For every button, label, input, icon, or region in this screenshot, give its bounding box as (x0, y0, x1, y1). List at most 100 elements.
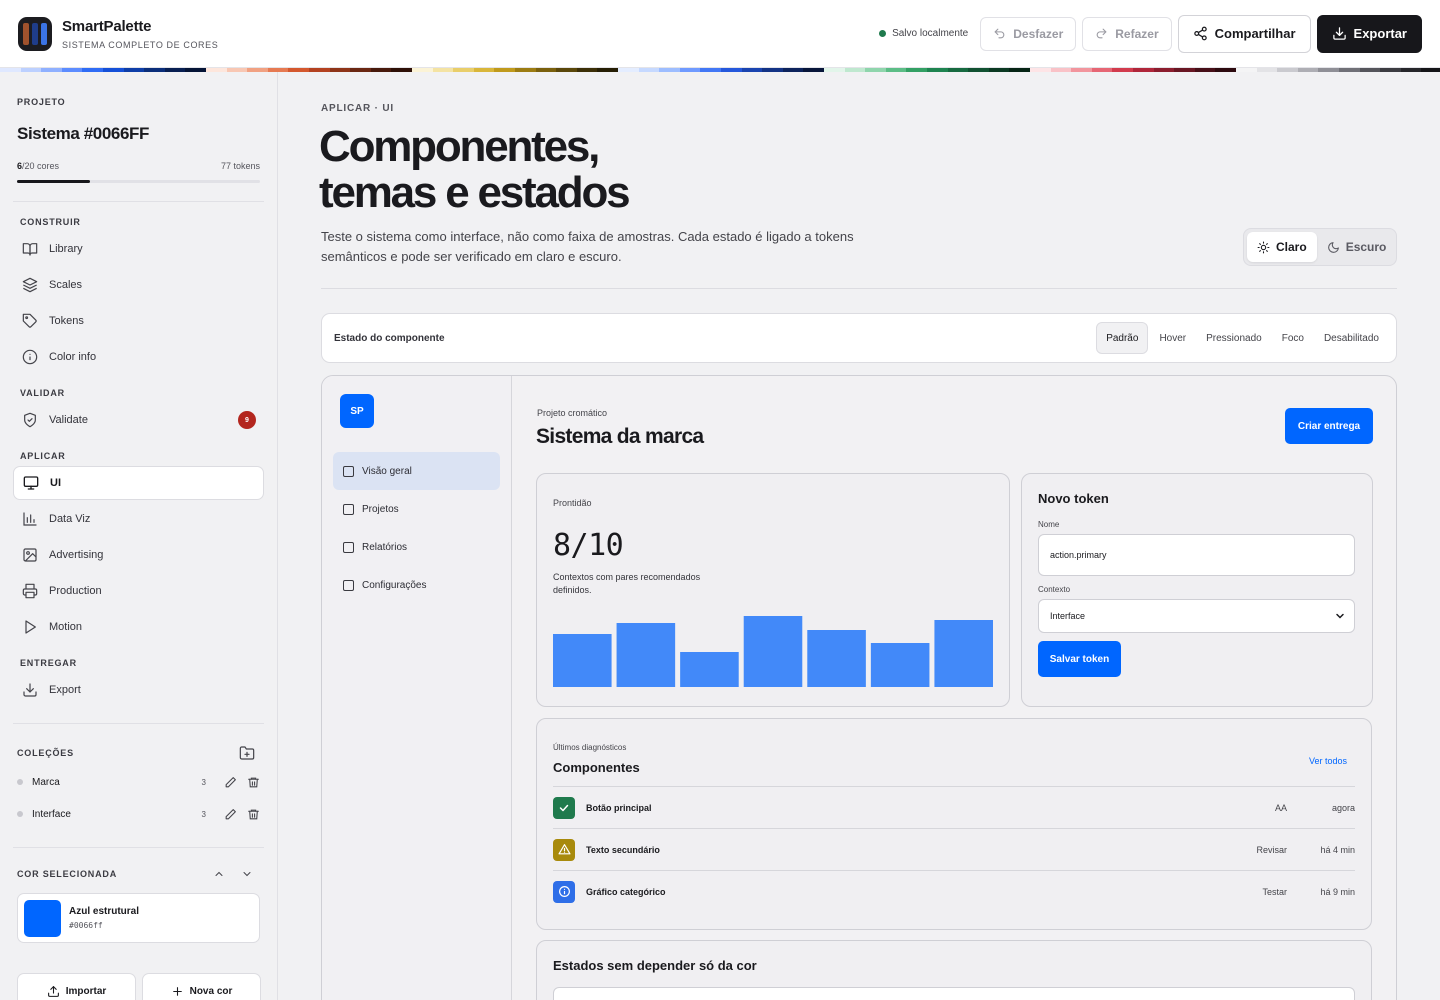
monitor-icon (22, 474, 40, 492)
palette-strip-group (412, 68, 618, 72)
collection-item[interactable]: Marca 3 (17, 771, 260, 793)
issue-count-badge: 9 (238, 411, 256, 429)
import-button[interactable]: Importar (17, 973, 136, 1000)
sidebar: PROJETO Sistema #0066FF 6/20 cores 77 to… (0, 72, 278, 1000)
chart-bar (870, 643, 930, 687)
section-label-entregar: ENTREGAR (20, 658, 77, 668)
preview-nav-settings[interactable]: Configurações (333, 566, 500, 604)
avatar[interactable]: SP (340, 394, 374, 428)
readiness-label: Prontidão (553, 498, 592, 508)
project-label: PROJETO (17, 97, 66, 107)
readiness-description: Contextos com pares recomendados definid… (553, 572, 701, 595)
see-all-link[interactable]: Ver todos (1309, 756, 1347, 766)
nav-item-color-info[interactable]: Color info (13, 340, 264, 374)
undo-icon (994, 28, 1005, 39)
nav-item-production[interactable]: Production (13, 574, 264, 608)
redo-button[interactable]: Refazer (1082, 16, 1172, 51)
preview-nav-projects[interactable]: Projetos (333, 490, 500, 528)
readiness-value: 8/10 (553, 528, 624, 563)
edit-icon[interactable] (224, 808, 237, 821)
name-field-label: Nome (1038, 520, 1060, 529)
chevron-down-icon[interactable] (241, 868, 253, 880)
ui-preview: SP Visão geral Projetos Relatórios Confi… (321, 375, 1397, 1000)
theme-toggle: Claro Escuro (1243, 228, 1397, 266)
moon-icon (1327, 241, 1339, 253)
readiness-bar-chart (553, 616, 993, 687)
export-button[interactable]: Exportar (1316, 14, 1422, 53)
preview-nav-overview[interactable]: Visão geral (333, 452, 500, 490)
selected-color-card[interactable]: Azul estrutural #0066ff (17, 893, 260, 943)
context-select[interactable]: Interface (1038, 599, 1355, 633)
tab-hover[interactable]: Hover (1150, 322, 1195, 354)
nav-item-validate[interactable]: Validate 9 (13, 403, 264, 437)
color-swatch (24, 899, 61, 937)
undo-button[interactable]: Desfazer (980, 16, 1077, 51)
tag-icon (21, 312, 39, 330)
preview-eyebrow: Projeto cromático (537, 408, 608, 418)
square-icon (343, 541, 354, 553)
upload-icon (47, 985, 59, 997)
nav-item-tokens[interactable]: Tokens (13, 304, 264, 338)
preview-nav-reports[interactable]: Relatórios (333, 528, 500, 566)
selected-color-hex: #0066ff (69, 921, 103, 930)
app-logo (18, 16, 52, 51)
nav-item-advertising[interactable]: Advertising (13, 538, 264, 572)
context-field-label: Contexto (1038, 585, 1071, 594)
sun-icon (1257, 241, 1270, 253)
chevron-up-icon[interactable] (213, 868, 225, 880)
chart-bar (553, 634, 612, 687)
share-button[interactable]: Compartilhar (1177, 14, 1311, 53)
page-description: Teste o sistema como interface, não como… (321, 229, 854, 264)
warning-icon (553, 838, 575, 861)
square-icon (343, 503, 354, 515)
nav-item-scales[interactable]: Scales (13, 268, 264, 302)
new-color-button[interactable]: Nova cor (142, 973, 261, 1000)
nav-item-ui[interactable]: UI (13, 466, 264, 500)
tab-desabilitado[interactable]: Desabilitado (1315, 322, 1388, 354)
nav-item-export[interactable]: Export (13, 673, 264, 707)
collections-label: COLEÇÕES (17, 748, 74, 758)
readiness-card: Prontidão 8/10 Contextos com pares recom… (536, 473, 1010, 707)
token-name-input[interactable]: action.primary (1038, 534, 1355, 576)
trash-icon[interactable] (247, 808, 260, 821)
create-delivery-button[interactable]: Criar entrega (1285, 408, 1373, 444)
theme-light-option[interactable]: Claro (1247, 232, 1317, 262)
states-demo-input[interactable] (553, 987, 1355, 1000)
diagnostics-card: Últimos diagnósticos Componentes Ver tod… (536, 718, 1372, 930)
info-icon (21, 348, 39, 366)
save-status: Salvo localmente (879, 28, 968, 39)
play-icon (21, 618, 39, 636)
nav-item-data-viz[interactable]: Data Viz (13, 502, 264, 536)
theme-dark-option[interactable]: Escuro (1317, 232, 1397, 262)
save-token-button[interactable]: Salvar token (1038, 641, 1121, 677)
tab-foco[interactable]: Foco (1273, 322, 1313, 354)
preview-title: Sistema da marca (536, 425, 704, 448)
palette-strip-group (824, 68, 1030, 72)
chevron-down-icon (1336, 613, 1344, 619)
component-state-bar: Estado do componente Padrão Hover Pressi… (321, 313, 1397, 363)
chart-bar (743, 616, 803, 687)
selected-color-label: COR SELECIONADA (17, 869, 118, 879)
share-icon (1193, 26, 1207, 41)
tab-pressionado[interactable]: Pressionado (1197, 322, 1271, 354)
project-name: Sistema #0066FF (17, 124, 149, 143)
nav-item-library[interactable]: Library (13, 232, 264, 266)
trash-icon[interactable] (247, 776, 260, 789)
nav-item-motion[interactable]: Motion (13, 610, 264, 644)
printer-icon (21, 582, 39, 600)
folder-plus-icon[interactable] (239, 745, 255, 761)
section-label-validar: VALIDAR (20, 388, 65, 398)
chart-bar (934, 620, 993, 687)
palette-strip-group (618, 68, 824, 72)
tab-padrao[interactable]: Padrão (1096, 322, 1149, 354)
page-eyebrow: APLICAR · UI (321, 103, 394, 114)
status-dot (879, 30, 887, 37)
diagnostic-row[interactable]: Botão principal AA agora (553, 786, 1355, 828)
edit-icon[interactable] (224, 776, 237, 789)
diagnostic-row[interactable]: Gráfico categórico Testar há 9 min (553, 870, 1355, 912)
collection-item[interactable]: Interface 3 (17, 803, 260, 825)
section-label-aplicar: APLICAR (20, 451, 66, 461)
section-label-construir: CONSTRUIR (20, 217, 81, 227)
diagnostic-row[interactable]: Texto secundário Revisar há 4 min (553, 828, 1355, 870)
palette-strip-group (1236, 68, 1440, 72)
